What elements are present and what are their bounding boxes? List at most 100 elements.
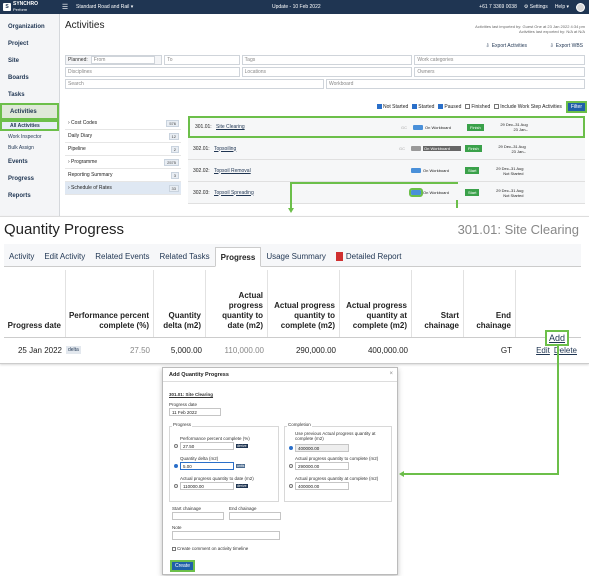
tab-progress[interactable]: Progress xyxy=(214,247,262,267)
work-categories-input[interactable]: Work categories xyxy=(414,55,585,65)
owners-input[interactable]: Owners xyxy=(414,67,585,77)
progress-date: 25 Jan 2022 xyxy=(17,345,62,355)
activity-row[interactable]: 301.01: Site Clearing GC On Workboard Fi… xyxy=(188,116,585,138)
nav-reports[interactable]: Reports xyxy=(0,187,59,204)
quantity-progress-panel: Quantity Progress 301.01: Site Clearing … xyxy=(0,216,589,364)
locations-input[interactable]: Locations xyxy=(241,67,413,77)
create-comment-check[interactable]: Create comment on activity timeline xyxy=(172,546,248,551)
check-started[interactable]: Started xyxy=(412,104,434,110)
connector-line xyxy=(456,200,458,208)
settings-menu[interactable]: ⚙ Settings xyxy=(524,4,548,10)
nav-work-inspector[interactable]: Work Inspector xyxy=(0,131,59,142)
project-selector[interactable]: Standard Road and Rail ▾ xyxy=(76,4,133,10)
create-button[interactable]: Create xyxy=(170,560,196,572)
nav-bulk-assign[interactable]: Bulk Assign xyxy=(0,142,59,153)
activity-row[interactable]: 302.01: Topsoiling GC On Workboard Finis… xyxy=(188,138,585,160)
count-badge: 2 xyxy=(170,145,179,153)
to-date-input[interactable]: 110000.00 xyxy=(180,482,234,490)
at-complete-radio[interactable] xyxy=(289,484,293,488)
avatar[interactable] xyxy=(576,2,585,12)
delta-radio[interactable] xyxy=(174,464,178,468)
tab-related-events[interactable]: Related Events xyxy=(90,246,154,266)
workboard-select[interactable]: Workboard xyxy=(326,79,585,89)
checkbox-icon xyxy=(465,104,471,110)
to-date-radio[interactable] xyxy=(174,484,178,488)
category-item[interactable]: › Cost Codes 576 xyxy=(65,117,181,130)
to-complete-radio[interactable] xyxy=(289,464,293,468)
nav-all-activities[interactable]: All Activities xyxy=(0,120,59,131)
nav-tasks[interactable]: Tasks xyxy=(0,86,59,103)
workboard-toggle[interactable] xyxy=(411,146,421,151)
nav-events[interactable]: Events xyxy=(0,153,59,170)
tab-usage-summary[interactable]: Usage Summary xyxy=(261,246,331,266)
nav-activities[interactable]: Activities xyxy=(0,103,59,120)
pct-radio[interactable] xyxy=(174,444,178,448)
finish-button[interactable]: Finish xyxy=(465,145,482,152)
check-finished[interactable]: Finished xyxy=(465,104,490,110)
pct-input[interactable]: 27.50 xyxy=(180,442,234,450)
activity-dates: 29 Dec–31 Aug 23 Jan– xyxy=(488,122,527,132)
category-item[interactable]: › Schedule of Rates 33 xyxy=(65,182,181,195)
from-date-input[interactable]: From xyxy=(90,56,155,64)
to-complete-input[interactable]: 290000.00 xyxy=(295,462,349,470)
update-selector[interactable]: Update - 10 Feb 2022 xyxy=(272,4,321,10)
finish-button[interactable]: Finish xyxy=(467,123,484,131)
nav-site[interactable]: Site xyxy=(0,52,59,69)
category-item[interactable]: Pipeline 2 xyxy=(65,143,181,156)
note-input[interactable] xyxy=(172,531,280,540)
progress-date-input[interactable]: 11 Feb 2022 xyxy=(169,408,221,416)
tab-related-tasks[interactable]: Related Tasks xyxy=(155,246,215,266)
tab-activity[interactable]: Activity xyxy=(4,246,39,266)
category-list: › Cost Codes 576 Daily Diary 12 Pipeline 2 … xyxy=(65,117,181,195)
search-input[interactable]: Search xyxy=(65,79,324,89)
check-not-started[interactable]: Not Started xyxy=(376,104,409,110)
check-label: Started xyxy=(418,104,435,110)
edit-link[interactable]: Edit xyxy=(536,346,550,355)
tab-edit-activity[interactable]: Edit Activity xyxy=(39,246,90,266)
progress-row: 25 Jan 2022 delta 27.50 5,000.00 110,000… xyxy=(4,339,581,361)
activity-name-link[interactable]: Topsoil Spreading xyxy=(214,190,399,196)
check-include-work-steps[interactable]: Include Work Step Activities xyxy=(494,104,562,110)
at-complete-input[interactable]: 400000.00 xyxy=(295,482,349,490)
hamburger-menu-icon[interactable]: ☰ xyxy=(60,3,70,11)
filter-button[interactable]: Filter xyxy=(565,101,587,113)
activity-row[interactable]: 302.02: Topsoil Removal On Workboard Sta… xyxy=(188,160,585,182)
disciplines-input[interactable]: Disciplines xyxy=(65,67,240,77)
start-button[interactable]: Start xyxy=(465,189,480,196)
export-wbs-button[interactable]: ⇩ Export WBS xyxy=(550,43,583,49)
category-label: › Cost Codes xyxy=(68,120,98,126)
check-label: Not Started xyxy=(382,104,409,110)
tab-detailed-report[interactable]: Detailed Report xyxy=(331,246,407,266)
workboard-toggle[interactable] xyxy=(411,168,421,173)
workboard-toggle[interactable] xyxy=(413,124,423,130)
start-chainage-input[interactable] xyxy=(172,512,224,520)
synchro-logo[interactable]: S SYNCHRO Perform xyxy=(0,0,52,14)
export-activities-button[interactable]: ⇩ Export Activities xyxy=(486,43,528,49)
nav-organization[interactable]: Organization xyxy=(0,18,59,35)
nav-boards[interactable]: Boards xyxy=(0,69,59,86)
col-qty-to-date: Actual progress quantity to date (m2) xyxy=(206,270,268,337)
category-item[interactable]: › Programme 2575 xyxy=(65,156,181,169)
to-complete-value: 290,000.00 xyxy=(295,345,336,355)
activity-name-link[interactable]: Topsoiling xyxy=(214,146,399,152)
delta-input[interactable]: 5.00 xyxy=(180,462,234,470)
nav-progress[interactable]: Progress xyxy=(0,170,59,187)
activity-name-link[interactable]: Site Clearing xyxy=(216,124,401,130)
category-item[interactable]: Daily Diary 12 xyxy=(65,130,181,143)
nav-project[interactable]: Project xyxy=(0,35,59,52)
workboard-toggle[interactable] xyxy=(409,188,423,197)
count-badge: 3 xyxy=(170,171,179,179)
category-item[interactable]: Reporting Summary 3 xyxy=(65,169,181,182)
help-menu[interactable]: Help ▾ xyxy=(555,4,569,10)
activity-name-link[interactable]: Topsoil Removal xyxy=(214,168,399,174)
close-icon[interactable]: × xyxy=(389,371,393,377)
end-chainage-input[interactable] xyxy=(229,512,281,520)
to-date-input[interactable]: To xyxy=(164,55,240,65)
tags-input[interactable]: Tags xyxy=(241,55,413,65)
check-paused[interactable]: Paused xyxy=(438,104,461,110)
planned-label: Planned: xyxy=(68,57,88,63)
dialog-activity-link[interactable]: 301.01: Site Clearing xyxy=(169,392,213,397)
start-button[interactable]: Start xyxy=(465,167,480,174)
activity-row[interactable]: 302.03: Topsoil Spreading On Workboard S… xyxy=(188,182,585,204)
use-prev-radio[interactable] xyxy=(289,446,293,450)
